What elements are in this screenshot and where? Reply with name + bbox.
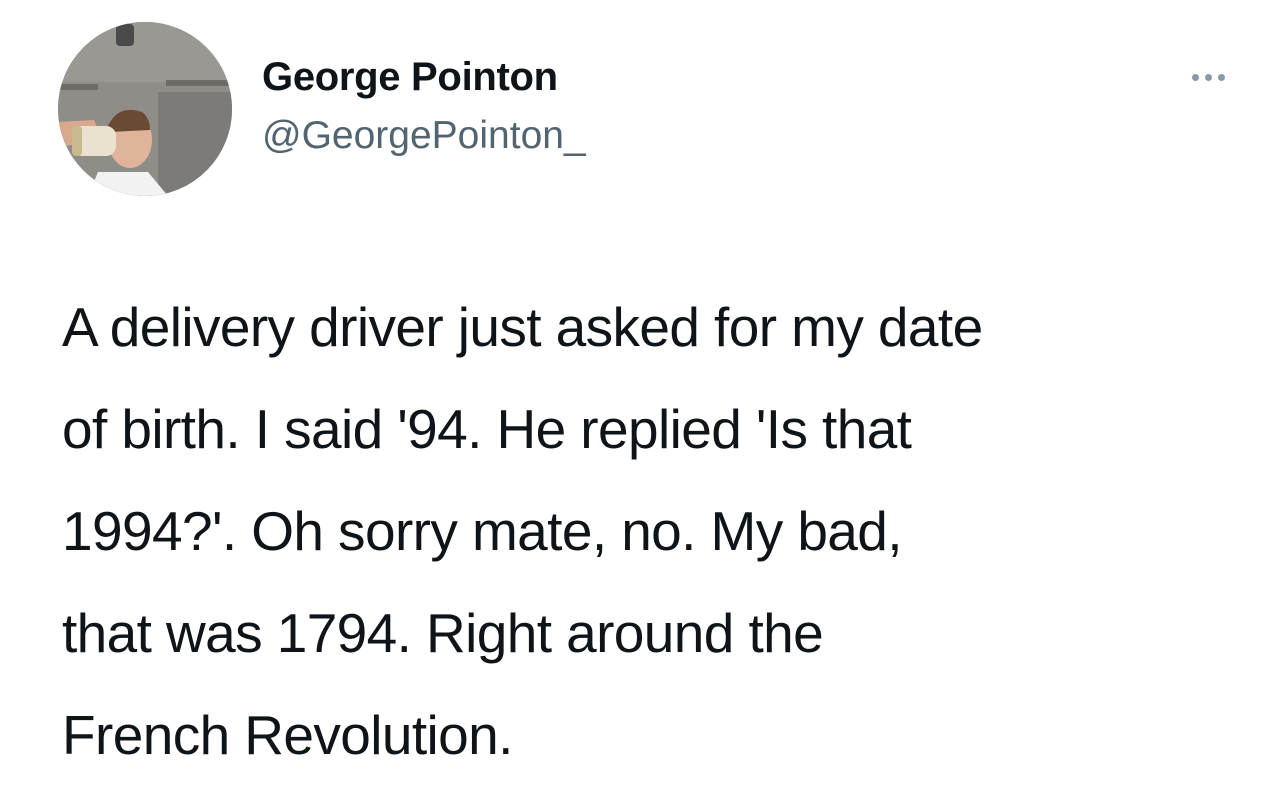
- tweet-text: A delivery driver just asked for my date…: [62, 276, 1252, 786]
- avatar[interactable]: [58, 22, 232, 196]
- avatar-photo: [58, 22, 232, 196]
- more-horizontal-icon: [1204, 73, 1212, 81]
- more-horizontal-icon: [1217, 73, 1225, 81]
- tweet-text-line: A delivery driver just asked for my date: [62, 296, 983, 358]
- tweet-card: George Pointon @GeorgePointon_ A deliver…: [0, 0, 1276, 810]
- tweet-text-line: French Revolution.: [62, 704, 513, 766]
- tweet-text-line: of birth. I said '94. He replied 'Is tha…: [62, 398, 912, 460]
- more-options-button[interactable]: [1180, 60, 1236, 94]
- tweet-text-line: 1994?'. Oh sorry mate, no. My bad,: [62, 500, 903, 562]
- tweet-text-line: that was 1794. Right around the: [62, 602, 824, 664]
- author-handle[interactable]: @GeorgePointon_: [262, 112, 586, 160]
- author-display-name[interactable]: George Pointon: [262, 52, 558, 102]
- more-horizontal-icon: [1191, 73, 1199, 81]
